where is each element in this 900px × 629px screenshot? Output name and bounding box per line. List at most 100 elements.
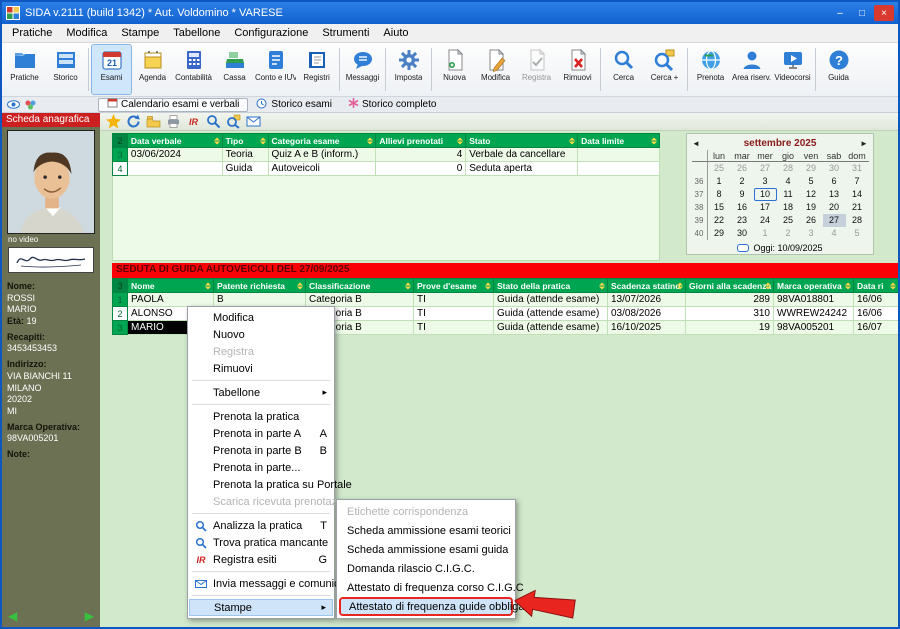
toolbar-imposta-button[interactable]: Imposta xyxy=(388,44,429,95)
menu-item-rimuovi[interactable]: Rimuovi xyxy=(189,360,333,377)
ir-icon[interactable]: IR xyxy=(186,114,201,129)
toolbar-prenota-button[interactable]: Prenota xyxy=(690,44,731,95)
menu-item-registra-esiti[interactable]: IR Registra esitiG xyxy=(189,551,333,568)
column-header-data-ri[interactable]: Data ri xyxy=(854,279,899,293)
calendar-day[interactable]: 5 xyxy=(846,227,869,240)
column-header-stato-pratica[interactable]: Stato della pratica xyxy=(494,279,608,293)
toolbar-registri-button[interactable]: Registri xyxy=(296,44,337,95)
toolbar-conto-iuv-button[interactable]: Conto e IUV xyxy=(255,44,296,95)
menu-strumenti[interactable]: Strumenti xyxy=(315,25,376,41)
menu-item-stampe[interactable]: Stampe▸ xyxy=(189,599,333,616)
calendar-day[interactable]: 16 xyxy=(731,201,754,214)
toolbar-cerca-plus-button[interactable]: Cerca + xyxy=(644,44,685,95)
zoom-doc-icon[interactable] xyxy=(226,114,241,129)
calendar-day[interactable]: 18 xyxy=(777,201,800,214)
toolbar-area-riservata-button[interactable]: Area riserv. xyxy=(731,44,772,95)
eye-icon[interactable] xyxy=(6,98,20,111)
column-header-marca-operativa[interactable]: Marca operativa xyxy=(774,279,854,293)
calendar-prev-icon[interactable]: ◄ xyxy=(690,139,702,148)
print-icon[interactable] xyxy=(166,114,181,129)
calendar-day[interactable]: 3 xyxy=(800,227,823,240)
search-icon[interactable] xyxy=(206,114,221,129)
calendar-day[interactable]: 25 xyxy=(708,162,731,175)
submenu-item-attestato-guide-obbligatorie[interactable]: Attestato di frequenza guide obbligatori… xyxy=(339,597,513,616)
toolbar-messaggi-button[interactable]: Messaggi xyxy=(342,44,383,95)
calendar-day[interactable]: 1 xyxy=(708,175,731,188)
calendar-day[interactable]: 29 xyxy=(708,227,731,240)
calendar-day[interactable]: 26 xyxy=(800,214,823,227)
menu-item-tabellone[interactable]: Tabellone▸ xyxy=(189,384,333,401)
menu-configurazione[interactable]: Configurazione xyxy=(227,25,315,41)
close-button[interactable]: × xyxy=(874,5,894,21)
menu-tabellone[interactable]: Tabellone xyxy=(166,25,227,41)
calendar-day[interactable]: 28 xyxy=(846,214,869,227)
toolbar-agenda-button[interactable]: Agenda xyxy=(132,44,173,95)
menu-item-nuovo[interactable]: Nuovo xyxy=(189,326,333,343)
wizard-icon[interactable] xyxy=(106,114,121,129)
calendar-day[interactable]: 11 xyxy=(777,188,800,201)
menu-stampe[interactable]: Stampe xyxy=(114,25,166,41)
menu-item-trova-pratica-mancante[interactable]: Trova pratica mancante xyxy=(189,534,333,551)
calendar-day[interactable]: 13 xyxy=(823,188,846,201)
calendar-day[interactable]: 24 xyxy=(754,214,777,227)
refresh-icon[interactable] xyxy=(126,114,141,129)
calendar-day[interactable]: 27 xyxy=(823,214,846,227)
calendar-day[interactable]: 3 xyxy=(754,175,777,188)
tab-calendario-esami[interactable]: Calendario esami e verbali xyxy=(98,98,248,112)
calendar-day[interactable]: 27 xyxy=(754,162,777,175)
calendar-day[interactable]: 2 xyxy=(777,227,800,240)
palette-icon[interactable] xyxy=(23,98,37,111)
toolbar-cassa-button[interactable]: Cassa xyxy=(214,44,255,95)
menu-item-prenota-la-pratica[interactable]: Prenota la pratica xyxy=(189,408,333,425)
calendar-day[interactable]: 20 xyxy=(823,201,846,214)
column-header-classificazione[interactable]: Classificazione xyxy=(306,279,414,293)
column-header-allievi-prenotati[interactable]: Allievi prenotati xyxy=(376,134,466,148)
toolbar-contabilita-button[interactable]: Contabilità xyxy=(173,44,214,95)
calendar-footer[interactable]: Oggi: 10/09/2025 xyxy=(690,241,870,254)
calendar-day[interactable]: 4 xyxy=(777,175,800,188)
menu-modifica[interactable]: Modifica xyxy=(59,25,114,41)
column-header-nome[interactable]: Nome xyxy=(128,279,214,293)
calendar-day[interactable]: 14 xyxy=(846,188,869,201)
calendar-day[interactable]: 28 xyxy=(777,162,800,175)
calendar-day[interactable]: 26 xyxy=(731,162,754,175)
toolbar-storico-button[interactable]: Storico xyxy=(45,44,86,95)
menu-item-modifica[interactable]: Modifica xyxy=(189,309,333,326)
toolbar-pratiche-button[interactable]: Pratiche xyxy=(4,44,45,95)
calendar-day[interactable]: 30 xyxy=(823,162,846,175)
toolbar-guida-button[interactable]: ? Guida xyxy=(818,44,859,95)
calendar-day[interactable]: 31 xyxy=(846,162,869,175)
column-header-categoria-esame[interactable]: Categoria esame xyxy=(268,134,376,148)
menu-item-prenota-in-parte[interactable]: Prenota in parte... xyxy=(189,459,333,476)
calendar-day[interactable]: 15 xyxy=(708,201,731,214)
calendar-day[interactable]: 7 xyxy=(846,175,869,188)
column-header-giorni-scadenza[interactable]: Giorni alla scadenza xyxy=(686,279,774,293)
forward-arrow-icon[interactable]: ▶ xyxy=(85,609,94,623)
calendar-day[interactable]: 22 xyxy=(708,214,731,227)
menu-item-prenota-portale[interactable]: Prenota la pratica su Portale xyxy=(189,476,333,493)
exam-session-row[interactable]: 3 03/06/2024 Teoria Quiz A e B (inform.)… xyxy=(113,148,660,162)
menu-item-invia-messaggi[interactable]: Invia messaggi e comunicazioni xyxy=(189,575,333,592)
column-header-patente-richiesta[interactable]: Patente richiesta xyxy=(214,279,306,293)
calendar-day[interactable]: 9 xyxy=(731,188,754,201)
menu-pratiche[interactable]: Pratiche xyxy=(5,25,59,41)
calendar-day[interactable]: 2 xyxy=(731,175,754,188)
calendar-day[interactable]: 8 xyxy=(708,188,731,201)
calendar-day[interactable]: 6 xyxy=(823,175,846,188)
calendar-day[interactable]: 23 xyxy=(731,214,754,227)
column-header-prove-esame[interactable]: Prove d'esame xyxy=(414,279,494,293)
calendar-day[interactable]: 19 xyxy=(800,201,823,214)
tab-storico-completo[interactable]: Storico completo xyxy=(340,98,444,112)
toolbar-cerca-button[interactable]: Cerca xyxy=(603,44,644,95)
calendar-day[interactable]: 4 xyxy=(823,227,846,240)
toolbar-modifica-button[interactable]: Modifica xyxy=(475,44,516,95)
column-header-scadenza-statino[interactable]: Scadenza statino xyxy=(608,279,686,293)
column-header-data-limite[interactable]: Data limite xyxy=(578,134,660,148)
calendar-day[interactable]: 25 xyxy=(777,214,800,227)
tab-storico-esami[interactable]: Storico esami xyxy=(248,98,340,112)
toolbar-videocorsi-button[interactable]: Videocorsi xyxy=(772,44,813,95)
open-folder-icon[interactable] xyxy=(146,114,161,129)
calendar-day[interactable]: 30 xyxy=(731,227,754,240)
toolbar-esami-button[interactable]: 21 Esami xyxy=(91,44,132,95)
menu-aiuto[interactable]: Aiuto xyxy=(376,25,415,41)
